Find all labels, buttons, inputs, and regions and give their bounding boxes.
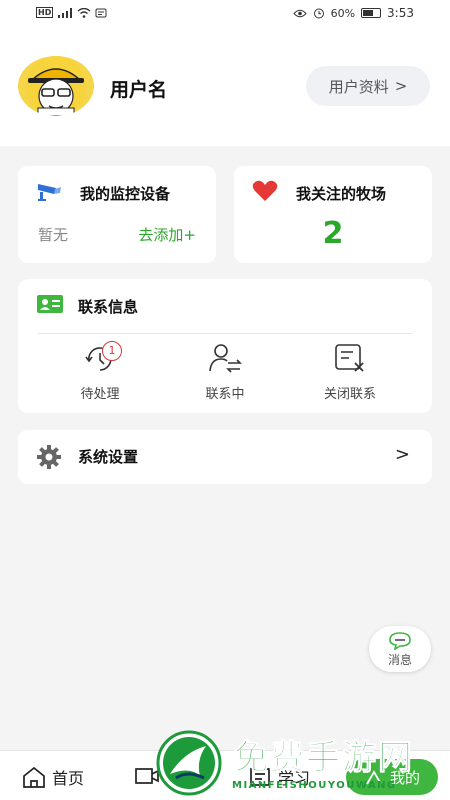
profile-button-label: 用户资料	[328, 77, 389, 96]
avatar[interactable]	[18, 56, 94, 116]
watermark-subtext: MIANFEISHOUYOUWANG	[232, 780, 397, 791]
pending-badge: 1	[102, 341, 122, 361]
watermark-text: 免费手游网	[234, 738, 414, 779]
profile-header: 用户名 用户资料 >	[0, 28, 450, 146]
cartoon-avatar-icon	[26, 56, 86, 116]
add-device-link[interactable]: 去添加+	[138, 224, 196, 245]
status-left: HD	[36, 7, 107, 18]
watermark-logo	[156, 730, 222, 796]
tab-home[interactable]: 首页	[22, 765, 84, 789]
surveillance-camera-icon	[38, 184, 61, 201]
clock: 3:53	[387, 6, 414, 20]
network-type: HD	[36, 7, 54, 18]
action-pending[interactable]: 1 待处理	[50, 341, 150, 402]
home-icon	[23, 766, 45, 788]
ranch-title: 我关注的牧场	[296, 185, 387, 203]
notification-icon	[95, 8, 107, 17]
system-settings-row[interactable]: 系统设置 >	[18, 430, 432, 484]
profile-button[interactable]: 用户资料 >	[306, 66, 430, 106]
contacting-icon	[209, 344, 242, 373]
chevron-right-icon: >	[394, 77, 408, 95]
contact-card: 联系信息 1 待处理 联系中 关闭联系	[18, 279, 432, 413]
signal-icon	[58, 7, 73, 18]
divider	[38, 333, 412, 334]
devices-empty-text: 暂无	[38, 226, 69, 244]
chat-bubble-icon	[389, 632, 411, 651]
devices-card[interactable]: 我的监控设备 暂无 去添加+	[18, 166, 216, 263]
battery-percent: 60%	[330, 6, 356, 20]
eye-icon	[292, 9, 307, 17]
action-label: 关闭联系	[323, 387, 376, 402]
action-contacting[interactable]: 联系中	[175, 343, 275, 402]
watermark: 免费手游网 MIANFEISHOUYOUWANG	[156, 730, 450, 800]
contact-card-icon	[37, 295, 63, 313]
battery-icon	[361, 8, 382, 18]
action-label: 联系中	[205, 387, 245, 402]
messages-button[interactable]: 消息	[369, 626, 431, 672]
status-right: 60% 3:53	[292, 6, 414, 20]
wifi-icon	[77, 7, 91, 18]
close-contact-icon	[335, 344, 364, 372]
contact-title: 联系信息	[78, 298, 139, 316]
heart-icon	[252, 180, 278, 201]
gear-icon	[37, 445, 61, 469]
settings-label: 系统设置	[78, 448, 139, 466]
status-bar: HD 60% 3:53	[0, 0, 450, 28]
devices-title: 我的监控设备	[80, 185, 171, 203]
alarm-icon	[313, 8, 324, 19]
followed-ranch-card[interactable]: 我关注的牧场 2	[234, 166, 432, 263]
ranch-count: 2	[322, 216, 344, 251]
tab-label: 首页	[52, 769, 85, 788]
action-close-contact[interactable]: 关闭联系	[300, 343, 400, 402]
username: 用户名	[110, 79, 168, 101]
chevron-right-icon: >	[394, 444, 410, 465]
messages-label: 消息	[387, 653, 412, 667]
action-label: 待处理	[80, 387, 120, 402]
